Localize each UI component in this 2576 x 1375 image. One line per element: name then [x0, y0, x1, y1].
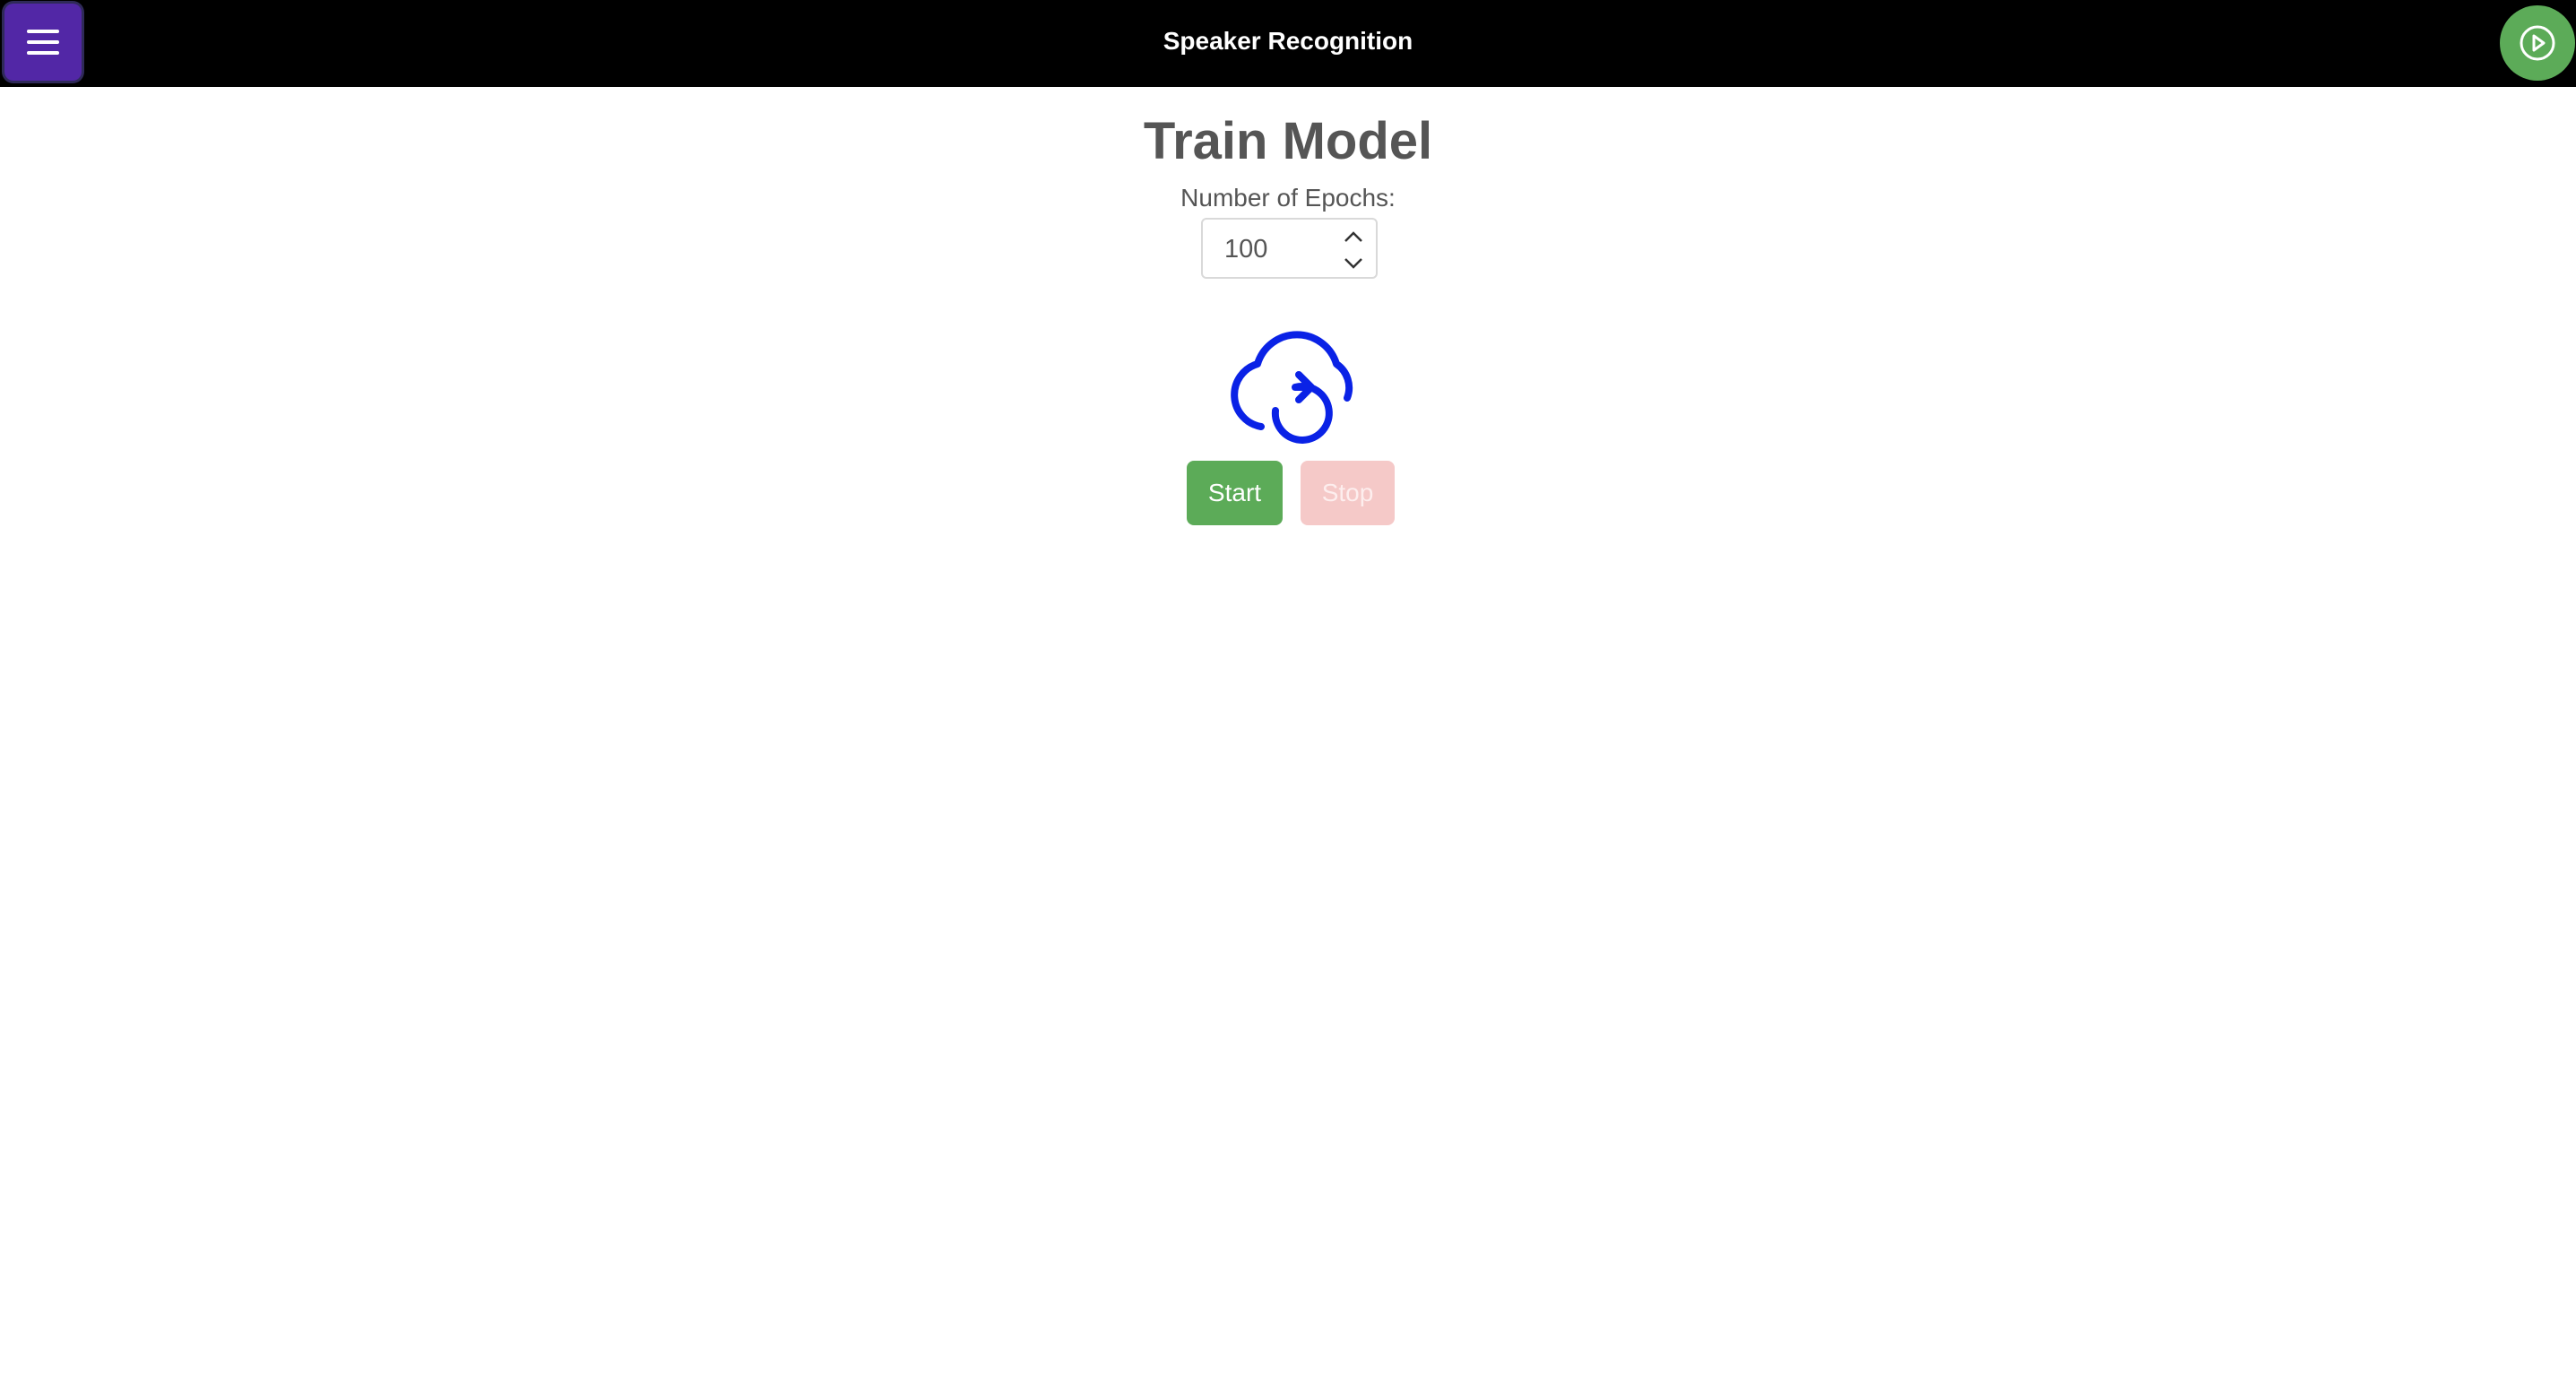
increment-button[interactable] — [1342, 227, 1365, 246]
cloud-sync-icon — [1231, 331, 1353, 444]
play-button[interactable] — [2500, 5, 2575, 81]
chevron-up-icon — [1344, 231, 1362, 242]
decrement-button[interactable] — [1342, 254, 1365, 273]
stop-button[interactable]: Stop — [1301, 461, 1395, 525]
epochs-label: Number of Epochs: — [1180, 184, 1396, 212]
chevron-down-icon — [1344, 258, 1362, 269]
top-bar: Speaker Recognition — [0, 0, 2576, 87]
start-button[interactable]: Start — [1187, 461, 1283, 525]
epochs-stepper — [1201, 218, 1378, 279]
play-circle-icon — [2520, 25, 2555, 61]
epochs-input[interactable] — [1223, 231, 1334, 267]
app-title: Speaker Recognition — [1163, 27, 1413, 55]
page-title: Train Model — [1143, 112, 1433, 170]
